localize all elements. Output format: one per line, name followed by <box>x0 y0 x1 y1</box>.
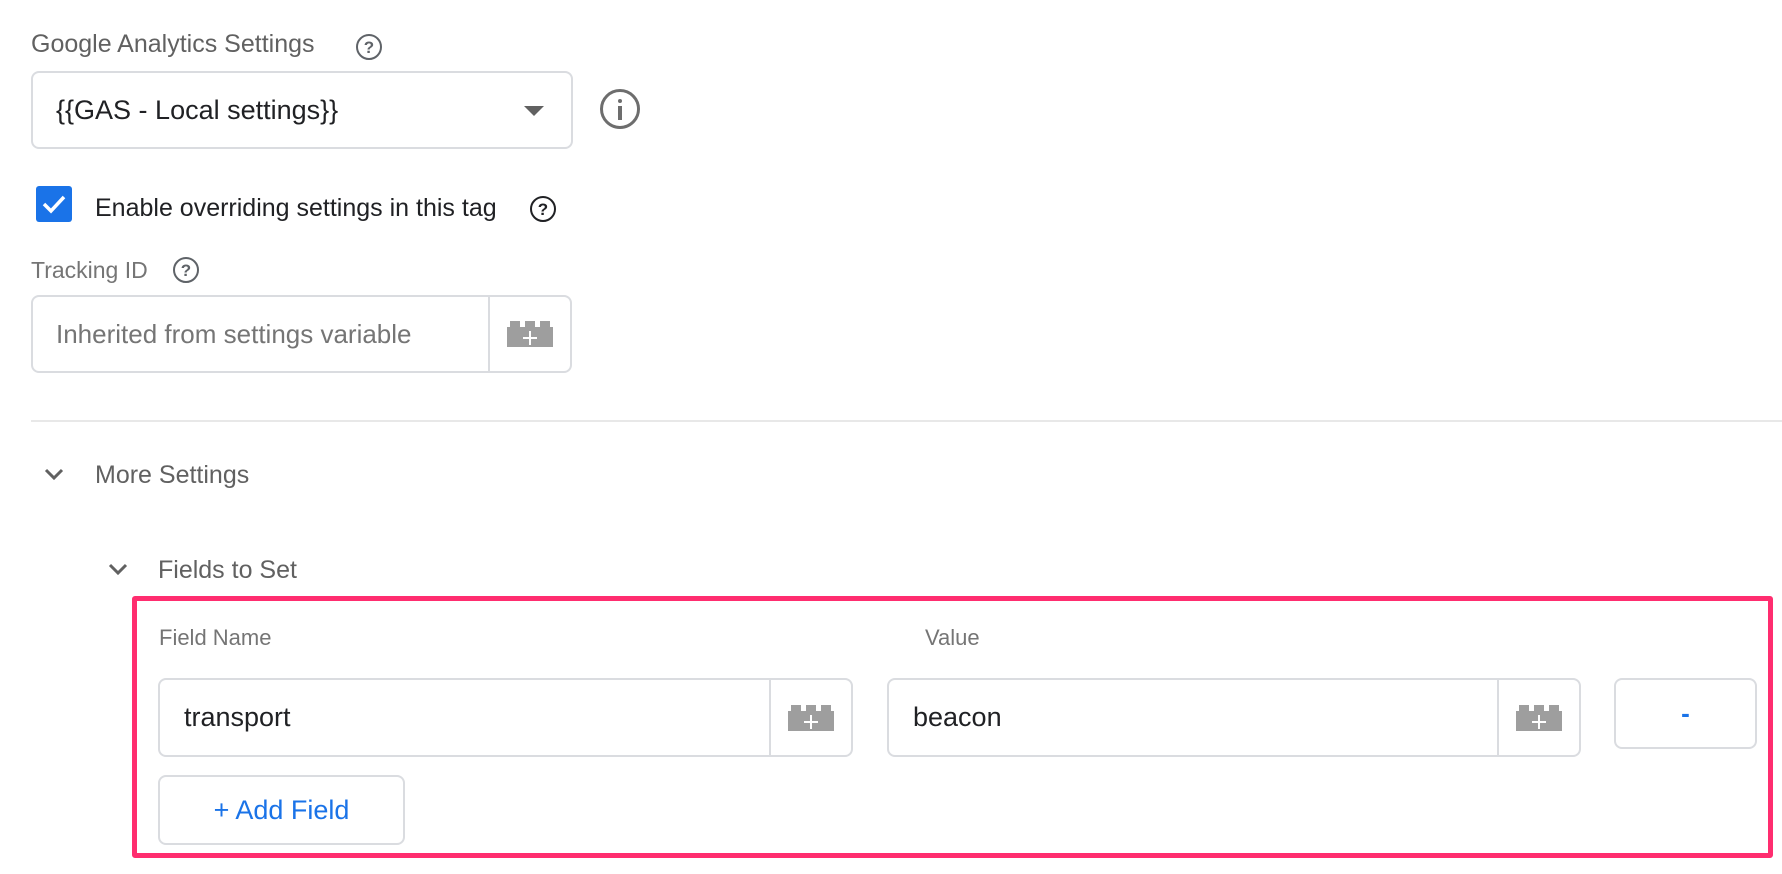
caret-down-icon <box>524 106 544 116</box>
more-settings-chevron-down-icon[interactable] <box>42 462 66 486</box>
field-value-input[interactable]: beacon <box>889 680 1497 755</box>
add-variable-brick-icon <box>788 704 834 731</box>
column-header-field-name: Field Name <box>159 625 272 650</box>
more-settings-toggle[interactable]: More Settings <box>95 461 249 490</box>
tracking-id-field <box>31 295 572 373</box>
info-circle-icon[interactable] <box>600 89 640 129</box>
override-label[interactable]: Enable overriding settings in this tag <box>95 194 497 223</box>
remove-field-button[interactable]: - <box>1614 678 1757 749</box>
add-field-button[interactable]: + Add Field <box>158 775 405 845</box>
help-circle-icon[interactable]: ? <box>173 257 199 283</box>
field-name-variable-button[interactable] <box>769 680 851 755</box>
remove-field-label: - <box>1681 698 1690 728</box>
fields-to-set-toggle[interactable]: Fields to Set <box>158 556 297 585</box>
field-value-variable-button[interactable] <box>1497 680 1579 755</box>
help-circle-icon[interactable]: ? <box>530 196 556 222</box>
help-circle-icon[interactable]: ? <box>356 34 382 60</box>
override-checkbox[interactable] <box>36 186 72 222</box>
checkmark-icon <box>42 195 66 214</box>
add-variable-brick-icon <box>1516 704 1562 731</box>
table-row-field-name: transport <box>158 678 853 757</box>
tracking-id-variable-button[interactable] <box>488 297 570 371</box>
add-variable-brick-icon <box>507 321 553 347</box>
ga-settings-select[interactable]: {{GAS - Local settings}} <box>31 71 573 149</box>
add-field-label: + Add Field <box>213 794 350 825</box>
tracking-id-input[interactable] <box>33 297 488 371</box>
fields-to-set-chevron-down-icon[interactable] <box>106 557 130 581</box>
field-name-input[interactable]: transport <box>160 680 769 755</box>
tracking-id-label: Tracking ID <box>31 257 148 283</box>
section-divider <box>31 420 1782 422</box>
table-row-value: beacon <box>887 678 1581 757</box>
ga-settings-label: Google Analytics Settings <box>31 30 315 58</box>
ga-settings-selected-value: {{GAS - Local settings}} <box>56 94 339 125</box>
column-header-value: Value <box>925 625 980 650</box>
